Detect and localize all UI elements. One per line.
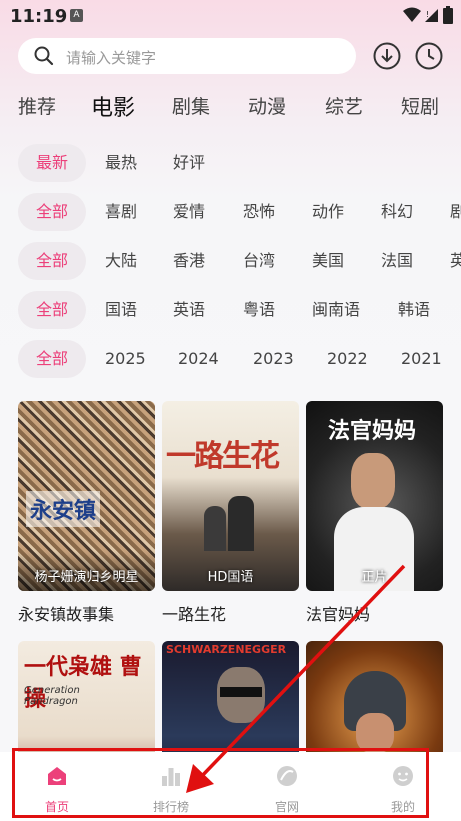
nav-label: 官网	[274, 800, 299, 814]
poster-face	[351, 453, 395, 509]
genre-filter-row: 全部 喜剧 爱情 恐怖 动作 科幻 剧	[18, 193, 461, 231]
filter-chip[interactable]: 2022	[327, 340, 368, 378]
wifi-icon	[403, 7, 421, 22]
filter-chip[interactable]: 好评	[173, 144, 205, 182]
tab-movies[interactable]: 电影	[91, 90, 135, 122]
region-filter-row: 全部 大陆 香港 台湾 美国 法国 英	[18, 242, 461, 280]
poster-title-art: 法官妈妈	[328, 419, 417, 444]
search-placeholder: 请输入关键字	[66, 49, 157, 67]
tab-variety[interactable]: 综艺	[325, 92, 363, 119]
nav-label: 我的	[390, 800, 415, 814]
filter-chip[interactable]: 最热	[105, 144, 137, 182]
home-icon	[48, 767, 66, 785]
filter-chip[interactable]: 2021	[401, 340, 442, 378]
nav-label: 首页	[44, 800, 69, 814]
filter-chip[interactable]: 剧	[450, 193, 461, 231]
filter-chip[interactable]: 全部	[18, 291, 86, 329]
filter-chip[interactable]: 全部	[18, 340, 86, 378]
poster-figure	[228, 496, 254, 551]
filter-chip[interactable]: 法国	[381, 242, 413, 280]
sim-badge: A	[70, 9, 83, 22]
poster-subtitle: Generation Pandragon	[24, 685, 80, 707]
status-time: 11:19	[10, 6, 68, 27]
movie-poster: 法官妈妈 正片	[306, 401, 443, 591]
movie-poster: 一路生花 HD国语	[162, 401, 299, 591]
main-category-tabs: 推荐 电影 剧集 动漫 综艺 短剧	[18, 92, 461, 126]
filter-chip[interactable]: 闽南语	[312, 291, 360, 329]
website-icon	[277, 766, 297, 786]
search-input[interactable]: 请输入关键字	[18, 38, 356, 74]
poster-title-art: SCHWARZENEGGER	[166, 643, 287, 656]
battery-icon	[443, 6, 453, 24]
movie-title: 一路生花	[162, 605, 227, 624]
year-filter-row: 全部 2025 2024 2023 2022 2021	[18, 340, 461, 378]
filter-chip[interactable]: 科幻	[381, 193, 413, 231]
movie-poster: 永安镇 杨子姗演归乡明星	[18, 401, 155, 591]
bottom-navigation: 首页 排行榜 官网 我的	[0, 752, 461, 821]
search-row: 请输入关键字	[18, 38, 448, 76]
movie-title: 永安镇故事集	[18, 605, 115, 624]
poster-face	[356, 713, 394, 753]
poster-figure	[204, 506, 226, 551]
filter-chip[interactable]: 大陆	[105, 242, 137, 280]
tab-short-drama[interactable]: 短剧	[401, 92, 439, 119]
search-icon	[34, 46, 54, 66]
filter-chip[interactable]: 最新	[18, 144, 86, 182]
filter-chip[interactable]: 喜剧	[105, 193, 137, 231]
status-bar: 11:19 A !	[0, 0, 461, 34]
status-icons: !	[403, 6, 453, 24]
nav-label: 排行榜	[152, 800, 189, 814]
filter-chip[interactable]: 全部	[18, 193, 86, 231]
poster-title-art: 一路生花	[166, 439, 280, 474]
filter-chip[interactable]: 国语	[105, 291, 137, 329]
poster-sunglasses	[220, 687, 262, 697]
sort-filter-row: 最新 最热 好评	[18, 144, 461, 182]
filter-chip[interactable]: 韩语	[398, 291, 430, 329]
svg-text:!: !	[426, 10, 429, 19]
filter-chip[interactable]: 香港	[173, 242, 205, 280]
nav-ranking[interactable]: 排行榜	[126, 752, 216, 821]
filter-chip[interactable]: 全部	[18, 242, 86, 280]
filter-chip[interactable]: 美国	[312, 242, 344, 280]
language-filter-row: 全部 国语 英语 粤语 闽南语 韩语	[18, 291, 461, 329]
poster-caption: 杨子姗演归乡明星	[34, 570, 139, 585]
download-icon[interactable]	[372, 41, 402, 71]
tab-recommend[interactable]: 推荐	[18, 92, 56, 119]
filter-chip[interactable]: 动作	[312, 193, 344, 231]
filter-chip[interactable]: 英语	[173, 291, 205, 329]
filter-chip[interactable]: 英	[450, 242, 461, 280]
nav-home[interactable]: 首页	[12, 752, 102, 821]
filter-chip[interactable]: 2025	[105, 340, 146, 378]
filter-chip[interactable]: 台湾	[243, 242, 275, 280]
nav-website[interactable]: 官网	[242, 752, 332, 821]
filter-chip[interactable]: 爱情	[173, 193, 205, 231]
signal-icon: !	[425, 9, 438, 22]
tab-anime[interactable]: 动漫	[248, 92, 286, 119]
filter-chip[interactable]: 2023	[253, 340, 294, 378]
poster-title-art: 永安镇	[26, 491, 101, 527]
movie-title: 法官妈妈	[306, 605, 371, 624]
tab-series[interactable]: 剧集	[172, 92, 210, 119]
history-icon[interactable]	[414, 41, 444, 71]
filter-chip[interactable]: 2024	[178, 340, 219, 378]
poster-caption: HD国语	[207, 570, 254, 585]
profile-icon	[393, 766, 413, 786]
poster-caption: 正片	[361, 570, 388, 585]
filter-chip[interactable]: 恐怖	[243, 193, 275, 231]
ranking-icon	[162, 768, 180, 786]
nav-profile[interactable]: 我的	[358, 752, 448, 821]
filter-chip[interactable]: 粤语	[243, 291, 275, 329]
